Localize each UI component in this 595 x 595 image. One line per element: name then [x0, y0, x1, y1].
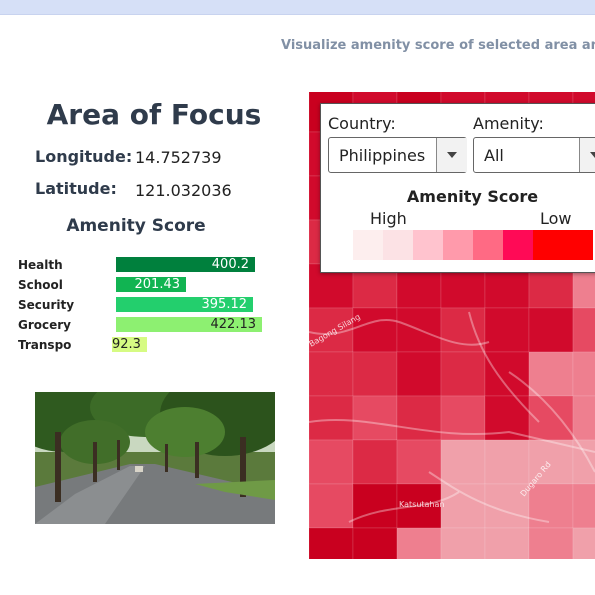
map-cell[interactable]	[572, 395, 595, 441]
map-cell[interactable]	[528, 351, 574, 397]
amenity-select-value: All	[484, 146, 504, 165]
legend-high-label: High	[370, 209, 407, 228]
map-cell[interactable]	[396, 439, 442, 485]
legend-swatch-2	[383, 230, 413, 260]
latitude-value: 121.032036	[135, 181, 232, 200]
map-cell[interactable]	[484, 307, 530, 353]
map-cell[interactable]	[528, 307, 574, 353]
map-cell[interactable]	[309, 351, 354, 397]
bar-label-security: Security	[18, 298, 75, 312]
legend-swatch-1	[353, 230, 383, 260]
map-cell[interactable]	[352, 527, 398, 559]
country-select-value: Philippines	[339, 146, 426, 165]
bar-value-transpo: 92.3	[112, 337, 141, 352]
map-control-panel: Country: Philippines Amenity: All Amenit…	[320, 103, 595, 273]
bar-label-school: School	[18, 278, 63, 292]
bar-label-grocery: Grocery	[18, 318, 72, 332]
map-cell[interactable]	[352, 351, 398, 397]
legend-low-label: Low	[540, 209, 572, 228]
map-cell[interactable]	[440, 351, 486, 397]
country-label: Country:	[328, 114, 396, 133]
legend-swatch-4	[443, 230, 473, 260]
map-cell[interactable]	[309, 395, 354, 441]
country-dropdown-button[interactable]	[436, 138, 467, 172]
latitude-label: Latitude:	[35, 179, 117, 198]
map-cell[interactable]	[440, 483, 486, 529]
map-cell[interactable]	[528, 483, 574, 529]
map-cell[interactable]	[484, 351, 530, 397]
longitude-value: 14.752739	[135, 148, 222, 167]
map-cell[interactable]	[352, 439, 398, 485]
map-cell[interactable]	[440, 439, 486, 485]
page-tagline: Visualize amenity score of selected area…	[281, 38, 595, 53]
amenity-select[interactable]: All	[473, 137, 595, 173]
map-cell[interactable]	[352, 395, 398, 441]
map-cell[interactable]	[396, 527, 442, 559]
chevron-down-icon	[590, 152, 595, 158]
tree-lined-street-image	[35, 392, 275, 524]
map-cell[interactable]	[309, 527, 354, 559]
bar-label-transpo: Transpo	[18, 338, 72, 352]
map-cell[interactable]	[352, 307, 398, 353]
bar-value-health: 400.2	[211, 257, 249, 272]
bar-value-grocery: 422.13	[210, 317, 257, 332]
map-cell[interactable]	[396, 351, 442, 397]
map-cell[interactable]	[396, 395, 442, 441]
map-cell[interactable]	[572, 527, 595, 559]
map-cell[interactable]	[572, 483, 595, 529]
area-of-focus-title: Area of Focus	[46, 98, 262, 131]
map-cell[interactable]	[309, 483, 354, 529]
map-street-label: Katsutahan	[399, 500, 444, 509]
map-cell[interactable]	[309, 439, 354, 485]
legend-swatch-8	[563, 230, 593, 260]
legend-swatch-6	[503, 230, 533, 260]
amenity-label: Amenity:	[473, 114, 544, 133]
legend-swatch-7	[533, 230, 563, 260]
top-bar	[0, 0, 595, 15]
country-select[interactable]: Philippines	[328, 137, 467, 173]
map-cell[interactable]	[572, 351, 595, 397]
legend-swatch-5	[473, 230, 503, 260]
legend-title: Amenity Score	[406, 187, 539, 206]
street-photo	[35, 392, 275, 524]
bar-label-health: Health	[18, 258, 63, 272]
map-cell[interactable]	[528, 527, 574, 559]
chevron-down-icon	[447, 152, 457, 158]
map-cell[interactable]	[440, 307, 486, 353]
map-cell[interactable]	[352, 483, 398, 529]
map-cell[interactable]	[484, 527, 530, 559]
map-cell[interactable]	[572, 307, 595, 353]
longitude-label: Longitude:	[35, 147, 133, 166]
bar-value-school: 201.43	[134, 277, 181, 292]
amenity-score-title: Amenity Score	[66, 216, 206, 236]
map-cell[interactable]	[484, 439, 530, 485]
map-cell[interactable]	[572, 439, 595, 485]
amenity-dropdown-button[interactable]	[579, 138, 595, 172]
map-cell[interactable]	[440, 527, 486, 559]
bar-value-security: 395.12	[201, 297, 248, 312]
legend-swatch-3	[413, 230, 443, 260]
